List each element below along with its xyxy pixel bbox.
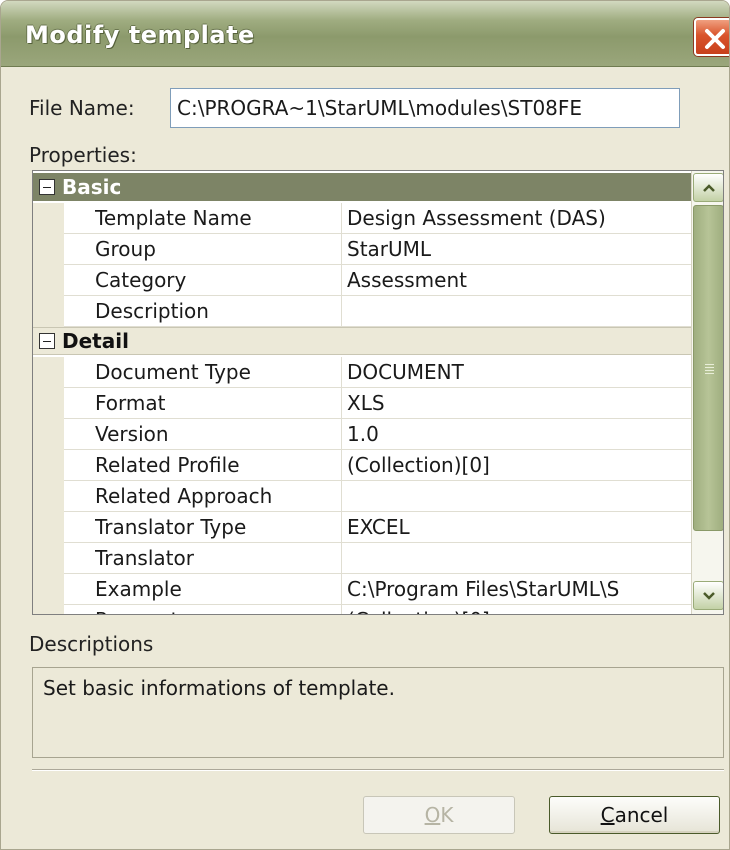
window-title: Modify template bbox=[25, 21, 255, 49]
category-label: Detail bbox=[62, 329, 129, 353]
close-icon bbox=[705, 29, 725, 49]
property-value[interactable] bbox=[347, 543, 691, 574]
chevron-down-icon bbox=[703, 592, 715, 600]
property-name: Translator Type bbox=[95, 515, 247, 539]
property-name: Group bbox=[95, 237, 156, 261]
modify-template-dialog: Modify template File Name: C:\PROGRA~1\S… bbox=[0, 0, 730, 850]
description-text: Set basic informations of template. bbox=[43, 676, 395, 700]
row-gutter bbox=[33, 481, 64, 512]
close-button[interactable] bbox=[694, 18, 729, 56]
property-name: Example bbox=[95, 577, 182, 601]
property-name: Version bbox=[95, 422, 169, 446]
row-gutter bbox=[33, 450, 64, 481]
property-name: Description bbox=[95, 299, 209, 323]
property-row[interactable]: Translator bbox=[33, 543, 691, 574]
property-value[interactable] bbox=[347, 481, 691, 512]
property-name: Related Approach bbox=[95, 484, 273, 508]
properties-label: Properties: bbox=[29, 143, 137, 167]
property-row[interactable]: Related Profile (Collection)[0] bbox=[33, 450, 691, 481]
file-name-input[interactable]: C:\PROGRA~1\StarUML\modules\ST08FE bbox=[170, 88, 680, 128]
vertical-scrollbar[interactable] bbox=[691, 171, 723, 614]
property-value[interactable]: XLS bbox=[347, 388, 691, 419]
property-value[interactable]: DOCUMENT bbox=[347, 357, 691, 388]
property-value[interactable]: StarUML bbox=[347, 234, 691, 265]
collapse-toggle-icon[interactable] bbox=[39, 333, 55, 349]
property-value[interactable]: EXCEL bbox=[347, 512, 691, 543]
category-detail[interactable]: Detail bbox=[33, 327, 691, 355]
file-name-label: File Name: bbox=[29, 96, 135, 120]
row-gutter bbox=[33, 543, 64, 574]
property-name: Translator bbox=[95, 546, 194, 570]
property-row[interactable]: Description bbox=[33, 296, 691, 327]
title-bar[interactable]: Modify template bbox=[1, 1, 729, 67]
property-name: Related Profile bbox=[95, 453, 240, 477]
chevron-up-icon bbox=[703, 184, 715, 192]
row-gutter bbox=[33, 605, 64, 614]
properties-grid[interactable]: Basic Template Name Design Assessment (DAS… bbox=[32, 170, 724, 615]
property-row[interactable]: Related Approach bbox=[33, 481, 691, 512]
property-value[interactable]: (Collection)[0] bbox=[347, 450, 691, 481]
row-gutter bbox=[33, 234, 64, 265]
row-gutter bbox=[33, 296, 64, 327]
property-name: Parameters bbox=[95, 605, 339, 614]
description-box: Set basic informations of template. bbox=[32, 667, 724, 758]
property-value[interactable]: (Collection)[0] bbox=[347, 605, 691, 614]
row-gutter bbox=[33, 357, 64, 388]
cancel-button[interactable]: Cancel bbox=[549, 796, 720, 834]
category-basic[interactable]: Basic bbox=[33, 173, 691, 201]
row-gutter bbox=[33, 388, 64, 419]
property-value[interactable]: Assessment bbox=[347, 265, 691, 296]
ok-label-rest: K bbox=[440, 803, 454, 827]
property-row[interactable]: Template Name Design Assessment (DAS) bbox=[33, 203, 691, 234]
ok-label-mnemonic: O bbox=[424, 803, 441, 827]
property-row[interactable]: Version 1.0 bbox=[33, 419, 691, 450]
row-gutter bbox=[33, 574, 64, 605]
cancel-label-rest: ancel bbox=[614, 803, 669, 827]
property-name: Document Type bbox=[95, 360, 251, 384]
property-row[interactable]: Category Assessment bbox=[33, 265, 691, 296]
collapse-toggle-icon[interactable] bbox=[39, 179, 55, 195]
button-divider bbox=[32, 769, 724, 771]
property-row[interactable]: Example C:\Program Files\StarUML\S bbox=[33, 574, 691, 605]
property-row[interactable]: Parameters (Collection)[0] bbox=[33, 605, 691, 614]
ok-button[interactable]: OK bbox=[363, 796, 515, 834]
row-gutter bbox=[33, 265, 64, 296]
property-value[interactable]: C:\Program Files\StarUML\S bbox=[347, 574, 691, 605]
cancel-label-mnemonic: C bbox=[600, 803, 615, 827]
row-gutter bbox=[33, 203, 64, 234]
descriptions-label: Descriptions bbox=[29, 632, 154, 656]
property-row[interactable]: Document Type DOCUMENT bbox=[33, 357, 691, 388]
category-label: Basic bbox=[62, 175, 122, 199]
property-row[interactable]: Group StarUML bbox=[33, 234, 691, 265]
property-row[interactable]: Translator Type EXCEL bbox=[33, 512, 691, 543]
property-value[interactable] bbox=[347, 296, 691, 327]
row-gutter bbox=[33, 512, 64, 543]
scroll-thumb[interactable] bbox=[693, 205, 723, 531]
property-name: Template Name bbox=[95, 206, 252, 230]
scroll-down-button[interactable] bbox=[693, 581, 723, 610]
scroll-up-button[interactable] bbox=[693, 173, 723, 202]
property-value[interactable]: 1.0 bbox=[347, 419, 691, 450]
property-name: Category bbox=[95, 268, 187, 292]
property-name: Format bbox=[95, 391, 166, 415]
property-row[interactable]: Format XLS bbox=[33, 388, 691, 419]
row-gutter bbox=[33, 419, 64, 450]
property-value[interactable]: Design Assessment (DAS) bbox=[347, 203, 691, 234]
